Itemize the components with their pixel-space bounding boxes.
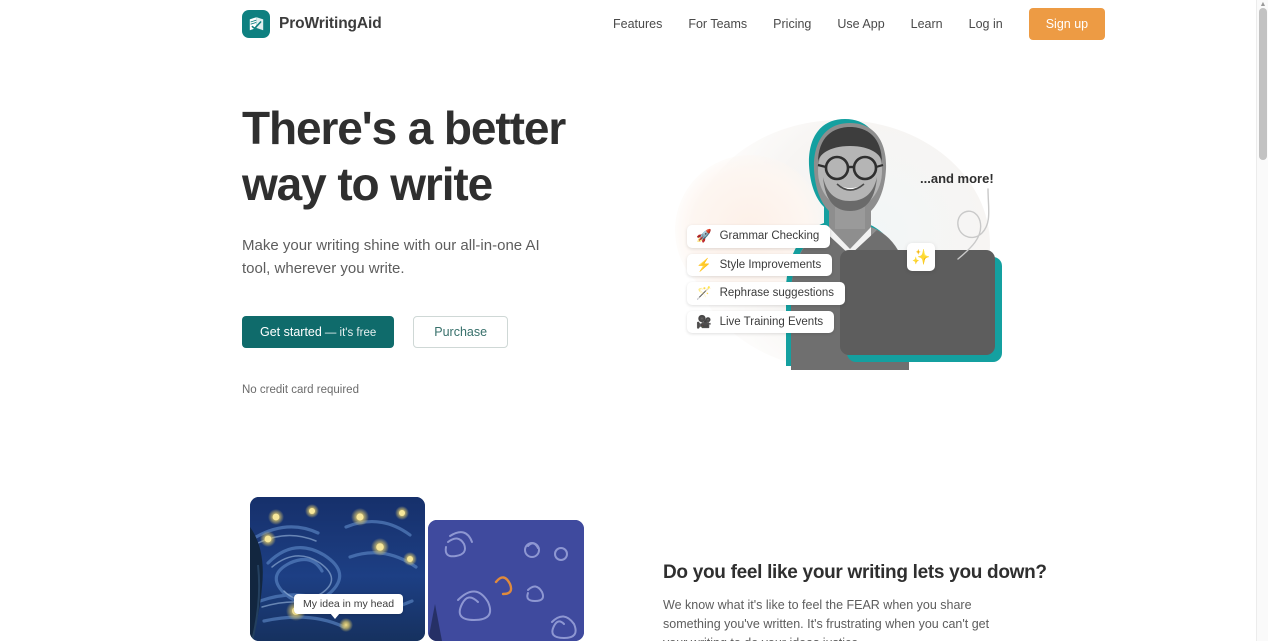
feature-pill-rephrase-suggestions: 🪄 Rephrase suggestions — [687, 282, 846, 305]
hero-actions: Get started — it's free Purchase — [242, 316, 642, 348]
nav-item-for-teams[interactable]: For Teams — [675, 12, 760, 37]
sparkle-badge: ✨ — [907, 243, 935, 271]
brand-logo[interactable]: ProWritingAid — [242, 10, 382, 38]
squiggle-arrow-icon — [957, 188, 990, 260]
hero-illustration: ...and more! ✨ 🚀 Grammar Checking ⚡ Styl… — [655, 95, 1025, 395]
hero-title-line-2: way to write — [242, 158, 493, 210]
hero-title-line-1: There's a better — [242, 102, 566, 154]
hero-subtitle: Make your writing shine with our all-in-… — [242, 237, 540, 277]
book-pages-icon — [242, 10, 270, 38]
vertical-scrollbar[interactable]: ▲ — [1256, 0, 1268, 641]
feature-pill-grammar-checking: 🚀 Grammar Checking — [687, 225, 831, 248]
section2-title: Do you feel like your writing lets you d… — [663, 562, 1047, 583]
site-header: ProWritingAid Features For Teams Pricing… — [0, 0, 1256, 48]
and-more-annotation: ...and more! — [920, 171, 994, 186]
hero-title: There's a better way to write — [242, 100, 642, 212]
nav-item-pricing[interactable]: Pricing — [760, 12, 824, 37]
get-started-button[interactable]: Get started — it's free — [242, 316, 395, 348]
brand-name: ProWritingAid — [279, 15, 382, 32]
video-camera-icon: 🎥 — [696, 314, 712, 329]
magic-wand-icon: 🪄 — [696, 286, 712, 300]
nav-item-log-in[interactable]: Log in — [956, 12, 1016, 37]
section2-copy: Do you feel like your writing lets you d… — [663, 562, 1047, 641]
no-credit-card-note: No credit card required — [242, 384, 359, 396]
idea-comparison-illustration: My idea in my head — [242, 480, 642, 641]
hero-copy: There's a better way to write Make your … — [242, 100, 642, 396]
feature-label: Style Improvements — [719, 258, 822, 271]
feature-pill-style-improvements: ⚡ Style Improvements — [687, 253, 833, 276]
get-started-suffix: — it's free — [324, 327, 377, 339]
nav-item-features[interactable]: Features — [600, 12, 675, 37]
rocket-icon: 🚀 — [696, 229, 712, 243]
sign-up-button[interactable]: Sign up — [1028, 8, 1106, 40]
feature-label: Rephrase suggestions — [719, 287, 835, 300]
section2-body: We know what it's like to feel the FEAR … — [663, 598, 990, 641]
purchase-button[interactable]: Purchase — [413, 316, 509, 348]
feature-label: Grammar Checking — [719, 230, 820, 243]
main-navigation: Features For Teams Pricing Use App Learn… — [600, 0, 1106, 48]
feature-pill-live-training-events: 🎥 Live Training Events — [687, 310, 835, 333]
lightning-icon: ⚡ — [696, 257, 712, 272]
nav-item-learn[interactable]: Learn — [898, 12, 956, 37]
feature-pill-list: 🚀 Grammar Checking ⚡ Style Improvements … — [687, 225, 846, 339]
get-started-label: Get started — [260, 325, 322, 339]
starry-night-panel — [250, 497, 425, 641]
flat-rendition-panel — [428, 520, 584, 641]
scrollbar-thumb[interactable] — [1259, 8, 1267, 160]
sparkle-icon: ✨ — [911, 249, 931, 266]
nav-item-use-app[interactable]: Use App — [824, 12, 897, 37]
scroll-up-arrow[interactable]: ▲ — [1257, 0, 1268, 8]
feature-label: Live Training Events — [719, 315, 824, 328]
idea-in-my-head-label: My idea in my head — [294, 594, 404, 619]
landing-page: ProWritingAid Features For Teams Pricing… — [0, 0, 1268, 641]
